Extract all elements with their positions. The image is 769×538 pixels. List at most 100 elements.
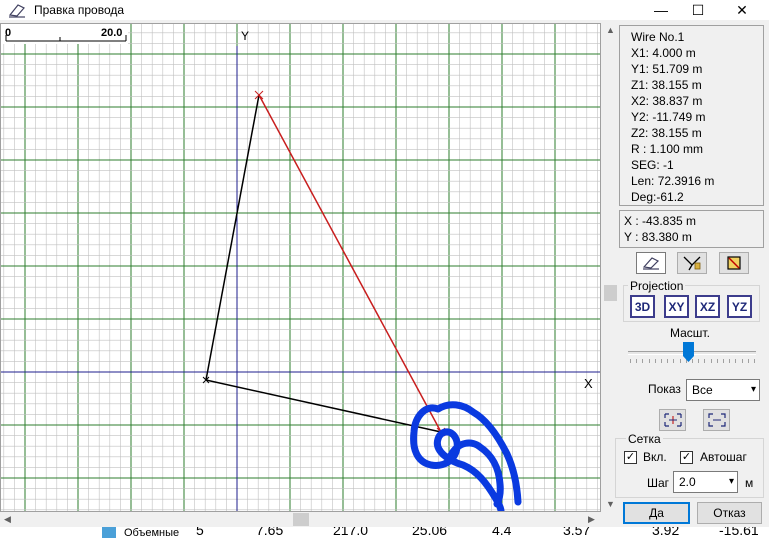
slider-tick [630,359,631,363]
show-select-value: Все [692,383,713,397]
table-cell: 3.57 [563,527,591,538]
wire-info-line: SEG: -1 [631,158,674,172]
table-cell: 7.65 [256,527,284,538]
window-title: Правка провода [34,3,125,17]
projection-xz-button[interactable]: XZ [695,295,720,318]
horizontal-scroll-thumb[interactable] [293,513,309,526]
wire-edit-window: Правка провода — ☐ ✕ 0 20.0 Y X ▲ ▼ ◀ ▶ … [0,0,769,538]
zoom-out-icon [707,413,726,427]
slider-tick [679,359,681,363]
table-row-icon [102,527,116,538]
wire-info-line: Len: 72.3916 m [631,174,715,188]
wire-info-panel: Wire No.1 X1: 4.000 m Y1: 51.709 m Z1: 3… [619,25,764,206]
table-cell: 25.06 [412,527,448,538]
eraser-icon [642,257,660,270]
grid-settings-label: Сетка [626,432,663,446]
selected-wire [258,94,442,433]
slider-tick [735,359,737,363]
slider-tick [692,359,693,363]
horizontal-scrollbar[interactable]: ◀ ▶ [0,512,602,527]
title-bar: Правка провода — ☐ ✕ [0,0,769,20]
slider-tick [741,359,743,363]
grid-autostep-label: Автошаг [700,450,747,464]
table-cell: 3.92 [652,527,680,538]
minimize-button[interactable]: — [643,0,679,20]
slider-tick [698,359,700,363]
slider-tick [661,359,662,363]
table-cell: Объемные [124,527,180,538]
table-cell: 217.0 [333,527,369,538]
slider-tick [723,359,724,363]
grid-enabled-checkbox[interactable]: ✓ [624,451,637,464]
cursor-y: Y : 83.380 m [624,230,692,244]
cancel-button[interactable]: Отказ [697,502,762,524]
scroll-down-icon[interactable]: ▼ [606,499,615,509]
wire-info-line: X1: 4.000 m [631,46,696,60]
box-select-icon [727,256,741,270]
table-cell: 5 [196,527,204,538]
cursor-x: X : -43.835 m [624,214,697,228]
eraser-tool-button[interactable] [636,252,666,274]
wire-info-line: Deg:-61.2 [631,190,684,204]
x-axis-label: X [584,376,593,391]
scale-label: Масшт. [670,326,710,340]
slider-tick [648,359,650,363]
drawing-canvas[interactable]: 0 20.0 Y X [0,23,601,512]
show-label: Показ [648,382,681,396]
projection-3d-button[interactable]: 3D [630,295,655,318]
wire-info-line: X2: 38.837 m [631,94,703,108]
slider-tick [636,359,638,363]
background-table-row: Объемные 5 7.65 217.0 25.06 4.4 3.57 3.9… [0,527,769,538]
scroll-up-icon[interactable]: ▲ [606,25,615,35]
grid-autostep-checkbox[interactable]: ✓ [680,451,693,464]
table-cell: 4.4 [492,527,512,538]
slider-tick [729,359,731,363]
maximize-button[interactable]: ☐ [680,0,716,20]
slider-tick [654,359,656,363]
grid-step-unit: м [745,476,754,490]
ruler-end-label: 20.0 [101,27,122,39]
draw-wire-tool-button[interactable] [677,252,707,274]
grid-step-select[interactable]: 2.0 ▾ [673,471,738,493]
zoom-out-button[interactable] [703,409,730,431]
projection-label: Projection [628,279,686,293]
grid-view[interactable]: 0 20.0 Y X [1,24,601,512]
slider-tick [747,359,749,363]
wire-segment [205,94,260,381]
slider-tick [673,359,675,363]
slider-tick [667,359,669,363]
slider-tick [704,359,706,363]
wire-info-line: Y2: -11.749 m [631,110,706,124]
box-select-tool-button[interactable] [719,252,749,274]
wire-info-line: Wire No.1 [631,30,685,44]
vertical-scroll-thumb[interactable] [604,285,617,301]
projection-yz-button[interactable]: YZ [727,295,752,318]
wire-draw-icon [683,256,701,271]
show-select[interactable]: Все ▾ [686,379,760,401]
wire-info-line: Y1: 51.709 m [631,62,703,76]
projection-xy-button[interactable]: XY [664,295,689,318]
slider-tick [716,359,718,363]
grid-lines [1,24,600,511]
close-button[interactable]: ✕ [724,0,760,20]
y-axis-label: Y [241,29,249,43]
wire-info-line: Z2: 38.155 m [631,126,702,140]
slider-tick [710,359,712,363]
table-cell: -15.61 [719,527,759,538]
grid-enabled-label: Вкл. [643,450,667,464]
chevron-down-icon: ▾ [750,384,756,395]
eraser-icon [8,4,25,18]
chevron-down-icon: ▾ [728,476,734,487]
ruler-start-label: 0 [5,27,11,39]
zoom-in-icon [663,413,682,427]
scroll-left-icon[interactable]: ◀ [4,514,11,525]
cursor-coordinates: X : -43.835 m Y : 83.380 m [619,210,764,248]
grid-step-value: 2.0 [679,475,696,489]
wire-info-line: R : 1.100 mm [631,142,704,156]
wire-segment [205,379,442,433]
ok-button[interactable]: Да [623,502,690,524]
zoom-in-button[interactable] [659,409,686,431]
slider-tick [754,359,755,363]
scroll-right-icon[interactable]: ▶ [588,514,595,525]
grid-step-label: Шаг [647,476,670,490]
